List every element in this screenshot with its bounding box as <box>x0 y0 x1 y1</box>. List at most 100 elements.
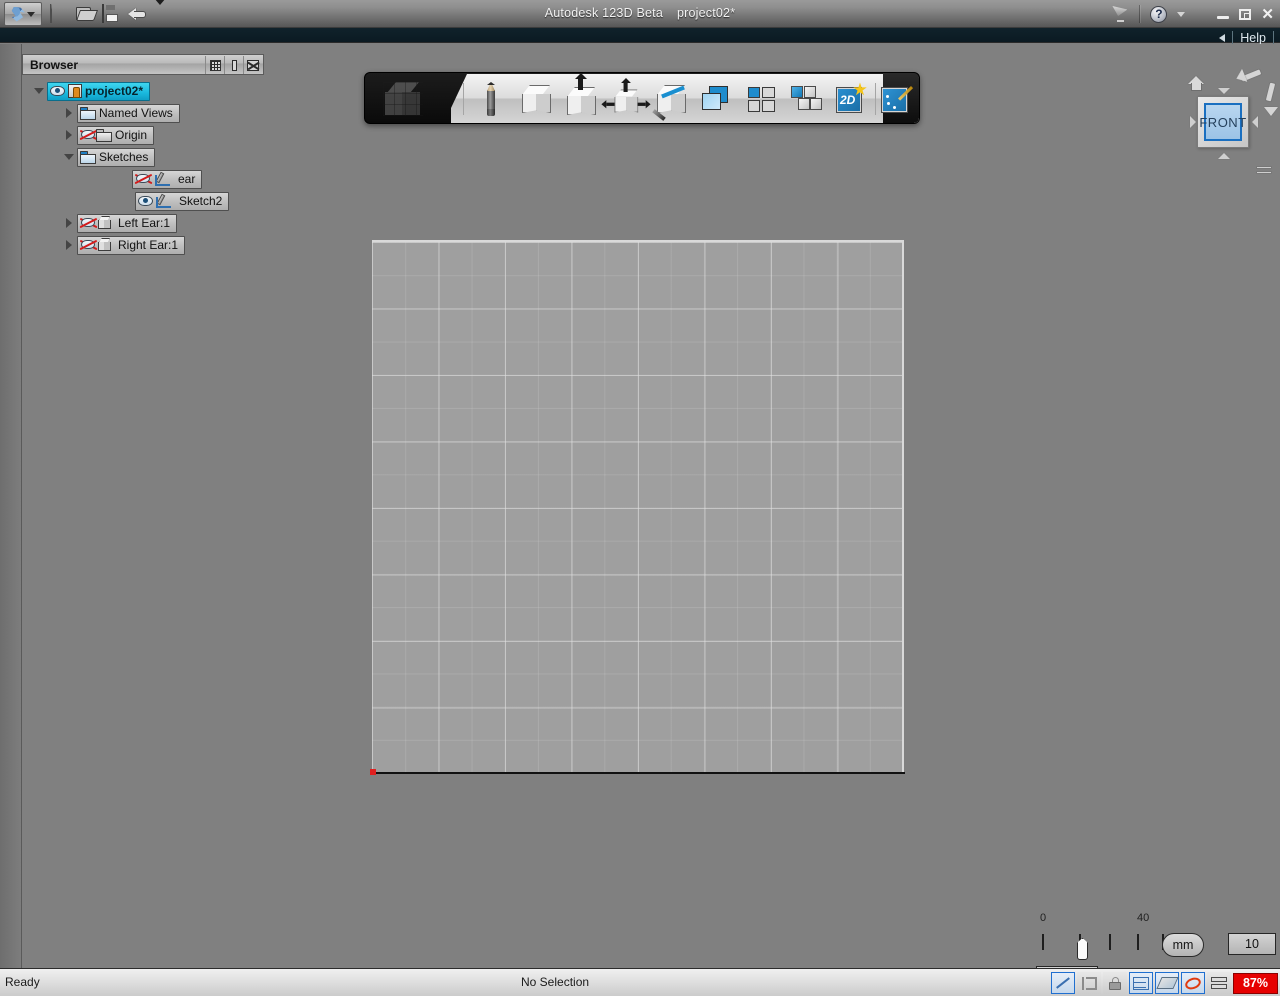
line-icon <box>1056 977 1070 989</box>
tree-item-right-ear[interactable]: Right Ear:1 <box>77 235 186 255</box>
divider <box>1232 31 1234 45</box>
tree-item-label: project02* <box>85 84 144 98</box>
unit-button[interactable]: mm <box>1162 933 1204 957</box>
construct-tool[interactable] <box>563 73 599 118</box>
browser-dots-button[interactable] <box>224 56 243 74</box>
eye-off-icon[interactable] <box>135 173 152 186</box>
browser-grid-button[interactable] <box>205 56 224 74</box>
customize-qat-button[interactable] <box>154 0 172 23</box>
chevron-right-icon <box>65 218 72 228</box>
browser-header-buttons <box>205 56 262 74</box>
eye-icon[interactable] <box>138 195 153 207</box>
tree-expander[interactable] <box>32 85 45 98</box>
tree-expander[interactable] <box>62 151 75 164</box>
grid-icon <box>209 59 221 71</box>
grid-major-lines <box>372 242 902 773</box>
layers-icon <box>1211 976 1227 990</box>
folder-icon <box>96 128 112 142</box>
tree-item-sketch2[interactable]: Sketch2 <box>135 191 230 211</box>
new-document-button[interactable] <box>50 4 68 23</box>
tree-item-origin[interactable]: Origin <box>77 125 155 145</box>
autodesk-logo-icon <box>11 6 25 22</box>
toolbar-buttons: 2D <box>473 73 914 121</box>
cube-group-icon <box>791 86 822 112</box>
view-stack-icon[interactable] <box>1256 166 1272 178</box>
view-cube: FRONT <box>1174 68 1278 180</box>
help-chevron-down-icon[interactable] <box>1177 11 1186 17</box>
grid-size-field[interactable]: 10 <box>1228 933 1276 955</box>
sketch-tool[interactable] <box>473 80 509 118</box>
status-bar: Ready No Selection 87% <box>0 968 1280 996</box>
scale-tick-label-40: 40 <box>1137 912 1150 924</box>
restore-button[interactable] <box>1239 8 1252 20</box>
tree-row: Left Ear:1 <box>22 212 264 234</box>
floppy-disk-icon <box>102 4 104 23</box>
tree-item-ear[interactable]: ear <box>132 169 203 189</box>
left-dock-strip <box>0 44 22 968</box>
orbit-ring-icon <box>1183 975 1203 991</box>
tree-expander[interactable] <box>62 107 75 120</box>
status-constraints-toggle[interactable] <box>1077 972 1101 994</box>
status-lock-toggle[interactable] <box>1103 972 1127 994</box>
eye-icon[interactable] <box>50 85 65 97</box>
triangle-left-icon[interactable] <box>1190 116 1196 128</box>
satellite-dish-icon[interactable] <box>1111 6 1129 22</box>
chevron-right-icon <box>65 130 72 140</box>
help-icon[interactable]: ? <box>1150 5 1168 23</box>
eye-off-icon[interactable] <box>80 239 97 252</box>
save-document-button[interactable] <box>102 4 120 23</box>
status-grid-snap-toggle[interactable] <box>1129 972 1153 994</box>
tree-expander[interactable] <box>62 239 75 252</box>
view-cube-face[interactable]: FRONT <box>1197 96 1249 148</box>
status-orbit-toggle[interactable] <box>1181 972 1205 994</box>
group-tool[interactable] <box>788 80 824 118</box>
triangle-up-icon[interactable] <box>1218 88 1230 94</box>
pattern-tool[interactable] <box>743 80 779 118</box>
triangle-right-icon[interactable] <box>1252 116 1258 128</box>
tree-expander[interactable] <box>62 217 75 230</box>
zoom-percent-badge[interactable]: 87% <box>1233 972 1278 994</box>
chevron-right-icon <box>65 240 72 250</box>
magic-wand-icon <box>882 85 914 113</box>
folder-blue-icon <box>80 106 96 120</box>
new-file-icon <box>50 4 52 23</box>
status-toggles: 87% <box>1051 969 1280 996</box>
close-button[interactable]: ✕ <box>1261 7 1274 22</box>
tree-item-named-views[interactable]: Named Views <box>77 103 180 123</box>
tree-item-label: Named Views <box>99 106 173 120</box>
chevron-left-icon[interactable] <box>1219 34 1226 42</box>
sketch-grid-plane[interactable] <box>372 240 904 773</box>
status-plane-toggle[interactable] <box>1155 972 1179 994</box>
origin-point-marker <box>370 769 376 775</box>
minimize-button[interactable] <box>1217 16 1230 19</box>
undo-button[interactable] <box>128 5 146 23</box>
status-sketch-line-toggle[interactable] <box>1051 972 1075 994</box>
application-menu-button[interactable] <box>4 2 42 26</box>
solid-cube-icon <box>97 216 112 230</box>
eye-off-icon[interactable] <box>80 217 97 230</box>
divider <box>1273 31 1274 45</box>
help-link[interactable]: Help <box>1240 31 1266 45</box>
folder-blue-icon <box>80 150 96 164</box>
tree-item-left-ear[interactable]: Left Ear:1 <box>77 213 178 233</box>
primitives-tool[interactable] <box>518 80 554 118</box>
eye-off-icon[interactable] <box>80 129 97 142</box>
open-document-button[interactable] <box>76 5 94 23</box>
scale-tick <box>1042 934 1044 950</box>
tree-item-label: ear <box>178 172 196 186</box>
combine-tool[interactable] <box>698 80 734 118</box>
home-icon[interactable] <box>1188 76 1205 91</box>
tree-item-label: Sketches <box>99 150 149 164</box>
browser-close-button[interactable] <box>243 56 262 74</box>
modify-tool[interactable] <box>601 78 651 118</box>
construction-2d-tool[interactable]: 2D <box>833 80 869 118</box>
pin-icon <box>68 84 82 98</box>
smart-tool[interactable] <box>878 80 914 118</box>
sketch-on-face-tool[interactable] <box>652 80 689 121</box>
status-layers-toggle[interactable] <box>1207 972 1231 994</box>
main-toolbar: 2D <box>364 72 920 124</box>
tree-item-project02[interactable]: project02* <box>47 81 151 101</box>
tree-item-sketches[interactable]: Sketches <box>77 147 156 167</box>
triangle-down-icon[interactable] <box>1218 153 1230 159</box>
tree-expander[interactable] <box>62 129 75 142</box>
